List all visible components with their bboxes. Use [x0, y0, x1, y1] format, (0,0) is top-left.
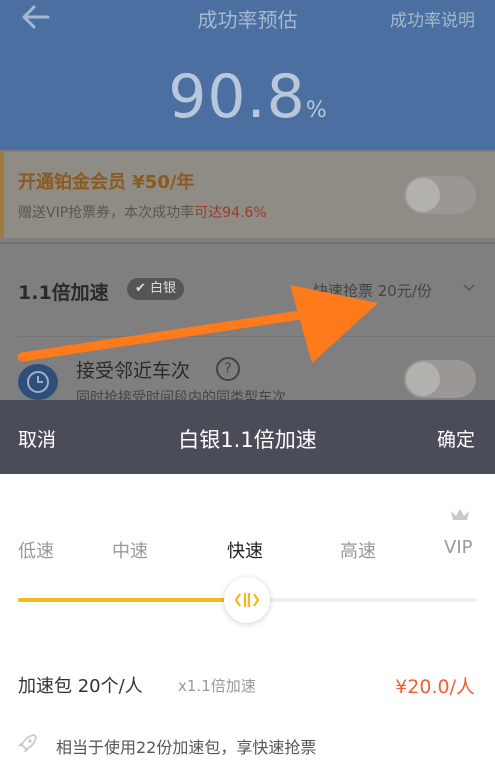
nearby-trains-title: 接受邻近车次 — [76, 360, 191, 382]
success-rate-unit: % — [305, 98, 327, 123]
vip-card-accent — [0, 152, 4, 238]
clock-icon — [18, 364, 58, 400]
success-rate: 90.8% — [0, 62, 495, 132]
speed-slider-fill — [18, 598, 247, 602]
level-medium[interactable]: 中速 — [112, 537, 148, 563]
level-low[interactable]: 低速 — [18, 537, 54, 563]
vip-card-title: 开通铂金会员 ¥50/年 — [18, 172, 195, 193]
nearby-trains-subtitle: 同时抢接受时间段内的同类型车次 — [76, 390, 286, 400]
crown-icon — [451, 509, 469, 520]
multiplier-label: x1.1倍加速 — [178, 677, 256, 695]
success-rate-explain-link[interactable]: 成功率说明 — [390, 6, 475, 31]
confirm-button[interactable]: 确定 — [437, 425, 475, 452]
nearby-trains-toggle[interactable] — [404, 360, 476, 398]
level-high[interactable]: 高速 — [340, 537, 376, 563]
badge-label: 白银 — [150, 281, 177, 296]
success-rate-value: 90.8 — [168, 62, 306, 132]
toggle-knob — [406, 362, 440, 396]
divider — [0, 242, 495, 244]
package-note: 相当于使用22份加速包，享快速抢票 — [56, 738, 317, 757]
slider-grip-icon — [235, 593, 259, 607]
level-fast[interactable]: 快速 — [227, 537, 263, 563]
speed-slider-handle[interactable] — [224, 577, 270, 623]
speed-option-select[interactable]: 快速抢票 20元/份 — [313, 280, 432, 301]
price-label: ¥20.0/人 — [395, 676, 475, 698]
level-vip[interactable]: VIP — [444, 537, 472, 558]
toggle-knob — [406, 178, 440, 212]
sheet-title: 白银1.1倍加速 — [178, 428, 317, 452]
package-label: 加速包 20个/人 — [18, 676, 143, 697]
silver-badge: ✔ 白银 — [127, 278, 185, 300]
badge-mark: ✔ — [135, 281, 146, 296]
speed-title: 1.1倍加速 — [18, 282, 109, 304]
vip-toggle[interactable] — [404, 176, 476, 214]
vip-card-subtitle-text: 赠送VIP抢票券，本次成功率 — [18, 205, 195, 221]
help-icon[interactable]: ? — [216, 357, 240, 381]
chevron-down-icon[interactable] — [463, 283, 475, 293]
vip-card-subtitle: 赠送VIP抢票券，本次成功率可达94.6% — [18, 202, 267, 222]
vip-card-subtitle-highlight: 可达94.6% — [194, 205, 267, 221]
rocket-icon — [18, 734, 37, 753]
divider — [18, 336, 495, 337]
